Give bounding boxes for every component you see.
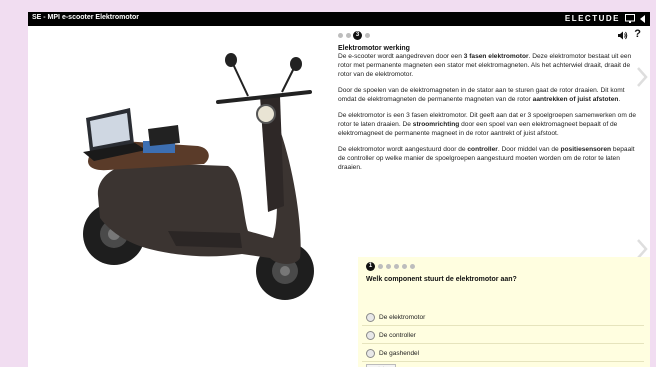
brand-logo: ELECTUDE	[564, 14, 620, 23]
step-dot[interactable]	[346, 33, 351, 38]
emphasis-text: aantrekken of juist afstoten	[532, 96, 619, 104]
quiz-dot[interactable]	[402, 264, 407, 269]
body-text: De elektromotor wordt aangestuurd door d…	[338, 146, 468, 154]
info-text: Elektromotor werking De e-scooter wordt …	[338, 44, 638, 181]
quiz-dot[interactable]	[386, 264, 391, 269]
speaker-icon[interactable]	[617, 30, 628, 41]
quiz-dot[interactable]	[378, 264, 383, 269]
answer-option[interactable]: De elektromotor	[362, 309, 644, 326]
emphasis-text: stroomrichting	[412, 121, 460, 129]
step-dot[interactable]	[365, 33, 370, 38]
answer-label: De elektromotor	[379, 314, 426, 321]
help-icon[interactable]: ?	[634, 28, 641, 40]
emphasis-text: controller	[467, 146, 498, 154]
step-dot-current[interactable]: 3	[353, 31, 362, 40]
window-title: SE - MPI e-scooter Elektromotor	[32, 14, 139, 21]
quiz-dot[interactable]	[410, 264, 415, 269]
info-progress-bar: 3 ?	[338, 28, 642, 42]
info-paragraph: De e-scooter wordt aangedreven door een …	[338, 53, 638, 80]
info-paragraph: De elektromotor is een 3 fasen elektromo…	[338, 112, 638, 139]
step-dot[interactable]	[338, 33, 343, 38]
body-text: .	[618, 96, 621, 104]
quiz-dot[interactable]	[394, 264, 399, 269]
scooter-illustration	[83, 53, 314, 300]
answer-label: De gashendel	[379, 350, 420, 357]
quiz-dot-current[interactable]: 1	[366, 262, 375, 271]
quiz-progress-bar: 1	[366, 262, 426, 272]
answer-option[interactable]: De controller	[362, 327, 644, 344]
body-text: . Door middel van de	[497, 146, 561, 154]
info-heading: Elektromotor werking	[338, 45, 410, 52]
title-bar: SE - MPI e-scooter Elektromotor ELECTUDE	[28, 12, 650, 26]
info-paragraph: Door de spoelen van de elektromagneten i…	[338, 87, 638, 105]
app-window: SE - MPI e-scooter Elektromotor ELECTUDE	[28, 12, 650, 367]
info-panel: 3 ? Elektromotor werking De e-scooter wo…	[330, 26, 650, 259]
chevron-right-icon[interactable]	[636, 66, 648, 88]
back-triangle-icon[interactable]	[638, 14, 648, 24]
radio-button[interactable]	[366, 331, 375, 340]
answer-label: De controller	[379, 332, 416, 339]
headlight	[256, 104, 276, 124]
radio-button[interactable]	[366, 313, 375, 322]
quiz-question: Welk component stuurt de elektromotor aa…	[366, 276, 517, 283]
scooter-image-pane[interactable]	[28, 26, 330, 367]
body-text: De e-scooter wordt aangedreven door een	[338, 53, 464, 60]
emphasis-text: positiesensoren	[560, 146, 612, 154]
answer-option[interactable]: De gashendel	[362, 345, 644, 362]
monitor-icon[interactable]	[625, 14, 635, 24]
emphasis-text: 3 fasen elektromotor	[463, 53, 529, 60]
info-paragraph: De elektromotor wordt aangestuurd door d…	[338, 146, 638, 173]
radio-button[interactable]	[366, 349, 375, 358]
quiz-panel: 1 Welk component stuurt de elektromotor …	[358, 257, 650, 367]
